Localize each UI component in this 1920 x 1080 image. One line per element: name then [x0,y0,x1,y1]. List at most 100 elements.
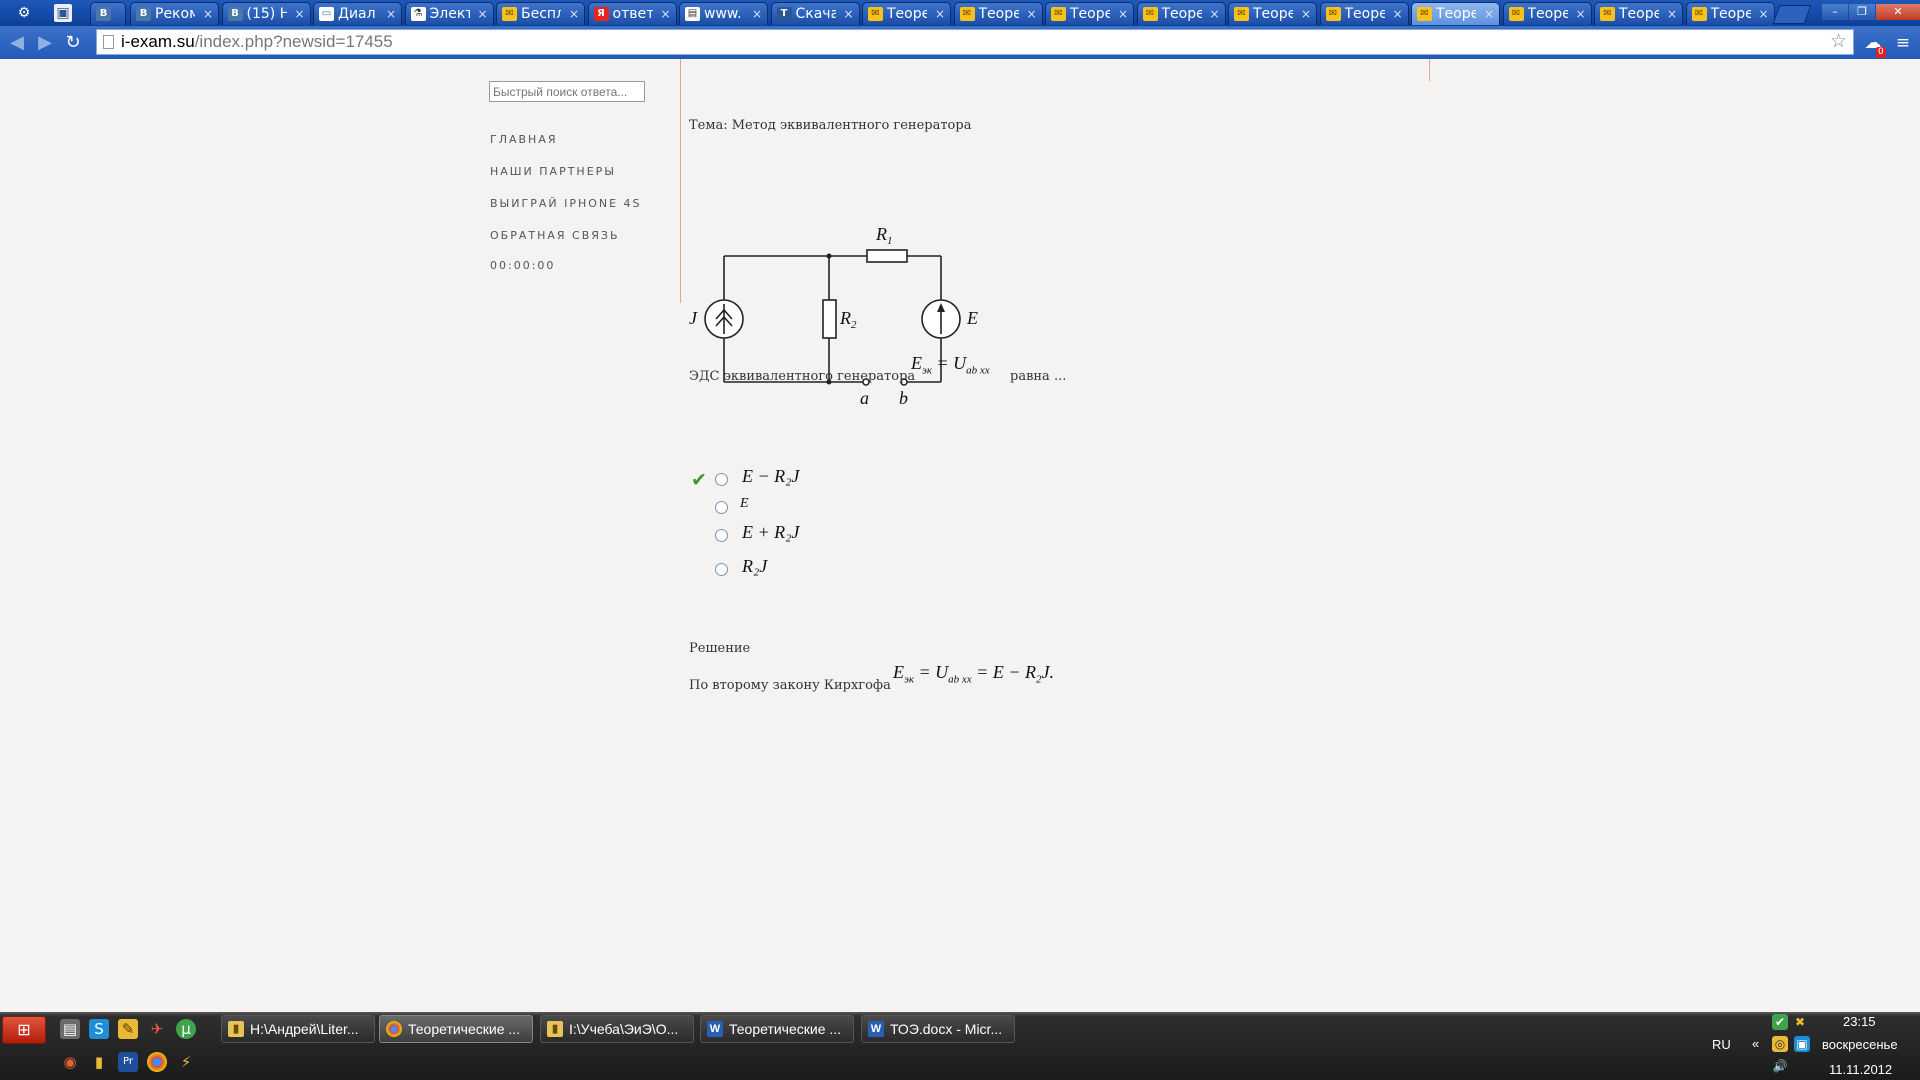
minimize-button[interactable]: – [1822,4,1848,20]
tab-close-icon[interactable]: × [477,3,487,25]
browser-tab[interactable]: ▤ www. × [679,2,768,25]
browser-tab[interactable]: ⚗ Элект × [404,2,494,25]
address-bar[interactable]: i-exam.su/index.php?newsid=17455 ☆ [96,29,1854,55]
tab-close-icon[interactable]: × [752,3,762,25]
tab-label: Теоре [1436,6,1476,22]
close-window-button[interactable]: ✕ [1876,4,1920,20]
tab-label: Теоре [1344,6,1385,22]
app-icon[interactable]: ◉ [60,1052,80,1072]
tab-close-icon[interactable]: × [1575,3,1585,25]
taskbar-button[interactable]: W ТОЭ.docx - Micr... [861,1015,1015,1043]
notes-icon[interactable]: ✎ [118,1019,138,1039]
chrome-menu-icon[interactable]: ⚙ [15,4,33,22]
computer-icon[interactable]: ▤ [60,1019,80,1039]
lightning-icon[interactable]: ⚡ [176,1052,196,1072]
tab-close-icon[interactable]: × [203,3,213,25]
browser-tab[interactable]: ✉ Беспл × [496,2,585,25]
nav-link-iphone[interactable]: Выиграй iPhone 4S [490,197,642,210]
tab-label: Теоре [1710,6,1751,22]
browser-tab[interactable]: ▭ Диал × [313,2,402,25]
browser-tab[interactable]: ✉ Теоре × [862,2,951,25]
browser-tab[interactable]: B (15) Н × [221,2,311,25]
clock-date[interactable]: 11.11.2012 [1829,1062,1892,1077]
label-e: E [966,308,978,328]
tab-close-icon[interactable]: × [1392,3,1402,25]
back-icon[interactable]: ◀ [6,32,28,54]
quick-search-input[interactable] [489,81,645,102]
t-favicon-icon: T [776,7,792,21]
tray-check-icon[interactable]: ✔ [1772,1014,1788,1030]
tray-tool-icon[interactable]: ✖ [1792,1014,1808,1030]
nav-link-feedback[interactable]: Обратная связь [490,229,620,242]
taskbar-button[interactable]: Теоретические ... [379,1015,533,1043]
browser-tab[interactable]: ✉ Теоре × [1045,2,1134,25]
tab-close-icon[interactable]: × [935,3,945,25]
tab-close-icon[interactable]: × [1484,3,1494,25]
bookmark-star-icon[interactable]: ☆ [1830,30,1847,52]
tab-close-icon[interactable]: × [386,3,396,25]
browser-tab[interactable]: ✉ Теоре × [1685,2,1775,25]
folder-icon[interactable]: ▮ [89,1052,109,1072]
clock-day[interactable]: воскресенье [1822,1037,1898,1052]
taskbar-button[interactable]: ▮ I:\Учеба\ЭиЭ\О... [540,1015,694,1043]
tab-close-icon[interactable]: × [569,3,579,25]
tab-close-icon[interactable]: × [294,3,304,25]
browser-tab[interactable]: ✉ Теоре × [1319,2,1409,25]
tray-monitor-icon[interactable]: ▣ [1794,1036,1810,1052]
tab-close-icon[interactable]: × [1667,3,1677,25]
answer-option-4[interactable]: R₂J [742,556,767,577]
folder-icon: ▮ [228,1021,244,1037]
mail-favicon-icon: ✉ [1325,7,1341,21]
taskbar-button[interactable]: W Теоретические ... [700,1015,854,1043]
utorrent-icon[interactable]: µ [176,1019,196,1039]
tray-network-icon[interactable]: ◎ [1772,1036,1788,1052]
start-button[interactable]: ⊞ [2,1016,46,1044]
forward-icon[interactable]: ▶ [34,32,56,54]
browser-tab[interactable]: B [90,2,126,25]
reload-icon[interactable]: ↻ [62,32,84,54]
answer-radio-4[interactable] [715,563,728,576]
tab-close-icon[interactable]: × [1026,3,1036,25]
premiere-icon[interactable]: Pr [118,1052,138,1072]
language-indicator[interactable]: RU [1712,1037,1731,1052]
browser-tab[interactable]: ✉ Теоре × [1411,2,1500,25]
tab-close-icon[interactable]: × [1209,3,1219,25]
tray-volume-icon[interactable]: 🔊 [1772,1058,1788,1074]
tab-close-icon[interactable]: × [660,3,670,25]
answer-radio-3[interactable] [715,529,728,542]
mail-favicon-icon: ✉ [1051,7,1066,21]
pinned-tab-icon[interactable]: ▣ [54,4,72,22]
tab-close-icon[interactable]: × [1301,3,1311,25]
browser-tab[interactable]: T Скача × [770,2,860,25]
browser-tab[interactable]: Яответ × [587,2,677,25]
answer-radio-1[interactable] [715,473,728,486]
clock-time[interactable]: 23:15 [1843,1014,1876,1029]
nav-link-partners[interactable]: Наши партнеры [490,165,616,178]
tray-expand-icon[interactable]: « [1752,1036,1759,1051]
content-divider [680,59,681,303]
restore-button[interactable]: ❐ [1849,4,1875,20]
mail-favicon-icon: ✉ [1234,7,1249,21]
tab-label: Теоре [1619,6,1659,22]
browser-tab[interactable]: ✉ Теоре × [1136,2,1226,25]
browser-tab[interactable]: B Реком × [130,2,219,25]
answer-option-3[interactable]: E + R₂J [742,522,799,543]
tab-close-icon[interactable]: × [843,3,853,25]
browser-tab[interactable]: ✉ Теоре × [1594,2,1683,25]
browser-tab[interactable]: ✉ Теоре × [1502,2,1592,25]
answer-radio-2[interactable] [715,501,728,514]
skype-icon[interactable]: S [89,1019,109,1039]
nav-link-home[interactable]: Главная [490,133,558,146]
chrome-icon[interactable] [147,1052,167,1072]
browser-tab[interactable]: ✉ Теоре × [1228,2,1317,25]
new-tab-button[interactable] [1772,5,1812,24]
browser-tab[interactable]: ✉ Теоре × [953,2,1043,25]
tab-close-icon[interactable]: × [1758,3,1768,25]
answer-option-1[interactable]: E − R₂J [742,466,799,487]
taskbar-button[interactable]: ▮ H:\Андрей\Liter... [221,1015,375,1043]
plane-icon[interactable]: ✈ [147,1019,167,1039]
tab-close-icon[interactable]: × [1118,3,1128,25]
word-icon: W [707,1021,723,1037]
menu-icon[interactable]: ≡ [1892,32,1914,54]
answer-option-2[interactable]: E [740,496,749,512]
